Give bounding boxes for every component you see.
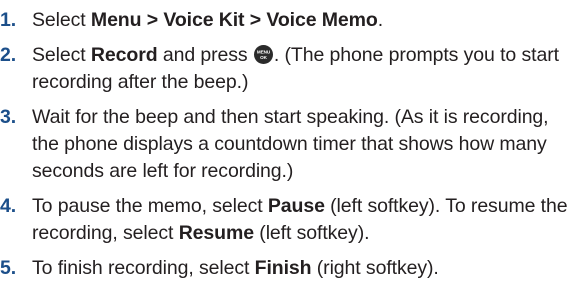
menu-path: Menu > Voice Kit > Voice Memo [90, 9, 378, 31]
svg-text:OK: OK [260, 55, 267, 60]
step-text: To pause the memo, select Pause (left so… [32, 195, 568, 244]
step-2: 2. Select Record and press MENU OK . (Th… [0, 42, 577, 96]
step-text: Select Menu > Voice Kit > Voice Memo. [32, 9, 384, 31]
step-number: 1. [0, 9, 17, 31]
step-5: 5. To finish recording, select Finish (r… [0, 255, 577, 282]
step-4: 4. To pause the memo, select Pause (left… [0, 193, 577, 247]
step-text: Wait for the beep and then start speakin… [32, 106, 549, 182]
menu-ok-key-icon: MENU OK [253, 45, 273, 64]
step-list: 1. Select Menu > Voice Kit > Voice Memo.… [0, 7, 577, 282]
instruction-page: 1. Select Menu > Voice Kit > Voice Memo.… [0, 0, 577, 285]
step-number: 2. [0, 44, 17, 66]
svg-text:MENU: MENU [257, 50, 271, 55]
step-number: 5. [0, 257, 17, 279]
step-number: 3. [0, 106, 17, 128]
step-text: Select Record and press MENU OK . (The p… [32, 44, 559, 93]
step-1: 1. Select Menu > Voice Kit > Voice Memo. [0, 7, 577, 34]
resume-option: Resume [178, 222, 254, 244]
record-option: Record [90, 44, 158, 66]
step-3: 3. Wait for the beep and then start spea… [0, 104, 577, 185]
step-text: To finish recording, select Finish (righ… [32, 257, 439, 279]
finish-option: Finish [254, 257, 312, 279]
pause-option: Pause [267, 195, 325, 217]
step-number: 4. [0, 195, 17, 217]
